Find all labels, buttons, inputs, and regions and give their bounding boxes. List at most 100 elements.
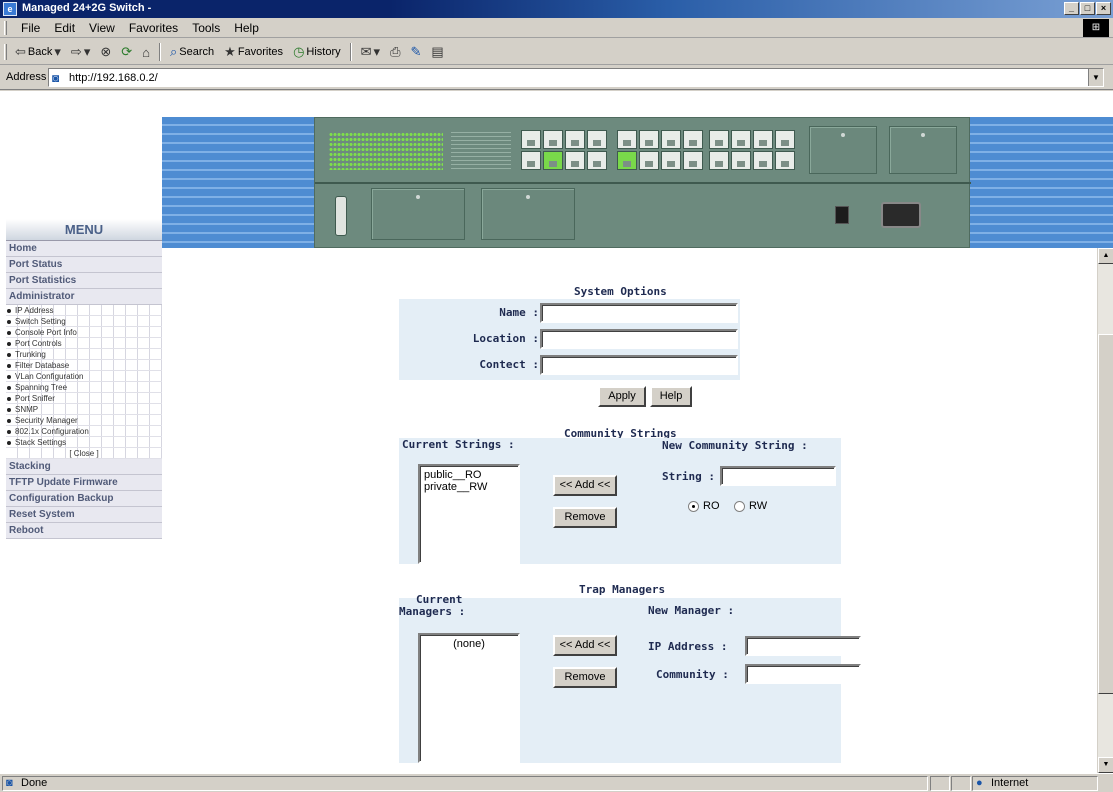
refresh-button[interactable]: ⟳ bbox=[118, 43, 135, 61]
menu-file[interactable]: File bbox=[14, 21, 47, 35]
sub-label: 802.1x Configuration bbox=[15, 427, 89, 436]
discuss-button[interactable]: ▤ bbox=[428, 43, 446, 61]
close-button[interactable]: × bbox=[1096, 2, 1111, 15]
rj45-port[interactable] bbox=[543, 130, 563, 149]
sidebar-item-port-statistics[interactable]: Port Statistics bbox=[6, 273, 162, 289]
rj45-port[interactable] bbox=[521, 130, 541, 149]
rj45-port[interactable] bbox=[661, 151, 681, 170]
rj45-port[interactable] bbox=[709, 151, 729, 170]
community-input[interactable] bbox=[745, 664, 861, 684]
radio-rw[interactable] bbox=[734, 500, 745, 512]
sub-label: Trunking bbox=[15, 350, 46, 359]
address-input[interactable]: ◙ http://192.168.0.2/ ▼ bbox=[48, 68, 1104, 87]
rj45-port[interactable] bbox=[683, 151, 703, 170]
sidebar-item-tftp-update-firmware[interactable]: TFTP Update Firmware bbox=[6, 475, 162, 491]
radio-ro[interactable] bbox=[688, 500, 699, 512]
sidebar-sub-stack-settings[interactable]: Stack Settings bbox=[6, 437, 162, 448]
sidebar-sub-spanning-tree[interactable]: Spanning Tree bbox=[6, 382, 162, 393]
favorites-button[interactable]: ★ Favorites bbox=[221, 43, 286, 61]
sidebar-sub-ip-address[interactable]: IP Address bbox=[6, 305, 162, 316]
rj45-port[interactable] bbox=[639, 130, 659, 149]
edit-button[interactable]: ✎ bbox=[407, 43, 424, 61]
add-community-button[interactable]: << Add << bbox=[553, 475, 617, 496]
community-string-input[interactable] bbox=[720, 466, 836, 486]
forward-button[interactable]: ⇨ ▾ bbox=[68, 43, 93, 61]
print-button[interactable]: ⎙ bbox=[387, 43, 403, 61]
sidebar-sub-snmp[interactable]: SNMP bbox=[6, 404, 162, 415]
menu-tools[interactable]: Tools bbox=[185, 21, 227, 35]
minimize-button[interactable]: _ bbox=[1064, 2, 1079, 15]
sidebar-sub-security-manager[interactable]: Security Manager bbox=[6, 415, 162, 426]
rj45-port[interactable] bbox=[587, 130, 607, 149]
menu-help[interactable]: Help bbox=[227, 21, 266, 35]
power-switch bbox=[835, 206, 849, 224]
vertical-scrollbar[interactable]: ▲ ▼ bbox=[1097, 248, 1113, 773]
help-button[interactable]: Help bbox=[650, 386, 692, 407]
rj45-port[interactable] bbox=[565, 151, 585, 170]
mail-button[interactable]: ✉ ▾ bbox=[358, 43, 383, 61]
menu-edit[interactable]: Edit bbox=[47, 21, 82, 35]
rj45-port[interactable] bbox=[565, 130, 585, 149]
remove-community-button[interactable]: Remove bbox=[553, 507, 617, 528]
rj45-port[interactable] bbox=[617, 130, 637, 149]
maximize-button[interactable]: □ bbox=[1080, 2, 1095, 15]
sub-label: Filter Database bbox=[15, 361, 70, 370]
contact-input[interactable] bbox=[540, 355, 738, 375]
sidebar-close-link[interactable]: [ Close ] bbox=[6, 448, 162, 459]
list-item[interactable]: (none) bbox=[424, 638, 514, 650]
add-manager-button[interactable]: << Add << bbox=[553, 635, 617, 656]
sidebar-sub-switch-setting[interactable]: Switch Setting bbox=[6, 316, 162, 327]
address-dropdown-icon[interactable]: ▼ bbox=[1088, 69, 1103, 86]
menu-view[interactable]: View bbox=[82, 21, 122, 35]
current-managers-list[interactable]: (none) bbox=[418, 633, 520, 763]
sidebar-item-configuration-backup[interactable]: Configuration Backup bbox=[6, 491, 162, 507]
sub-label: Switch Setting bbox=[15, 317, 66, 326]
back-button[interactable]: ⇦ Back ▾ bbox=[12, 43, 64, 61]
stop-button[interactable]: ⊗ bbox=[97, 43, 114, 61]
scroll-down-icon[interactable]: ▼ bbox=[1098, 757, 1113, 773]
location-input[interactable] bbox=[540, 329, 738, 349]
sidebar-item-reboot[interactable]: Reboot bbox=[6, 523, 162, 539]
ro-radio-option[interactable]: RO bbox=[688, 500, 720, 512]
rj45-port[interactable] bbox=[521, 151, 541, 170]
rj45-port[interactable] bbox=[775, 151, 795, 170]
scroll-up-icon[interactable]: ▲ bbox=[1098, 248, 1113, 264]
ip-address-input[interactable] bbox=[745, 636, 861, 656]
name-input[interactable] bbox=[540, 303, 738, 323]
rj45-port[interactable] bbox=[709, 130, 729, 149]
rj45-port-active[interactable] bbox=[617, 151, 637, 170]
rw-radio-option[interactable]: RW bbox=[734, 500, 767, 512]
remove-manager-button[interactable]: Remove bbox=[553, 667, 617, 688]
scrollbar-thumb[interactable] bbox=[1098, 334, 1113, 694]
list-item[interactable]: public__RO bbox=[424, 469, 514, 481]
sidebar-sub-vlan-configuration[interactable]: VLan Configuration bbox=[6, 371, 162, 382]
sidebar-item-home[interactable]: Home bbox=[6, 241, 162, 257]
sidebar-item-stacking[interactable]: Stacking bbox=[6, 459, 162, 475]
rj45-port[interactable] bbox=[731, 130, 751, 149]
rj45-port[interactable] bbox=[639, 151, 659, 170]
sidebar-sub-console-port-info[interactable]: Console Port Info bbox=[6, 327, 162, 338]
sidebar-sub-port-controls[interactable]: Port Controls bbox=[6, 338, 162, 349]
sidebar-item-administrator[interactable]: Administrator bbox=[6, 289, 162, 305]
history-button[interactable]: ◷ History bbox=[290, 43, 344, 61]
sidebar-item-port-status[interactable]: Port Status bbox=[6, 257, 162, 273]
list-item[interactable]: private__RW bbox=[424, 481, 514, 493]
sidebar-sub-filter-database[interactable]: Filter Database bbox=[6, 360, 162, 371]
sidebar-sub-port-sniffer[interactable]: Port Sniffer bbox=[6, 393, 162, 404]
sidebar-sub-trunking[interactable]: Trunking bbox=[6, 349, 162, 360]
rj45-port[interactable] bbox=[731, 151, 751, 170]
rj45-port[interactable] bbox=[683, 130, 703, 149]
current-strings-list[interactable]: public__RO private__RW bbox=[418, 464, 520, 564]
search-button[interactable]: ⌕ Search bbox=[167, 43, 217, 61]
rj45-port-active[interactable] bbox=[543, 151, 563, 170]
sidebar-item-reset-system[interactable]: Reset System bbox=[6, 507, 162, 523]
rj45-port[interactable] bbox=[587, 151, 607, 170]
rj45-port[interactable] bbox=[775, 130, 795, 149]
sidebar-sub-8021x-configuration[interactable]: 802.1x Configuration bbox=[6, 426, 162, 437]
rj45-port[interactable] bbox=[753, 151, 773, 170]
menu-favorites[interactable]: Favorites bbox=[122, 21, 185, 35]
home-button[interactable]: ⌂ bbox=[139, 44, 153, 61]
apply-button[interactable]: Apply bbox=[598, 386, 646, 407]
rj45-port[interactable] bbox=[753, 130, 773, 149]
rj45-port[interactable] bbox=[661, 130, 681, 149]
